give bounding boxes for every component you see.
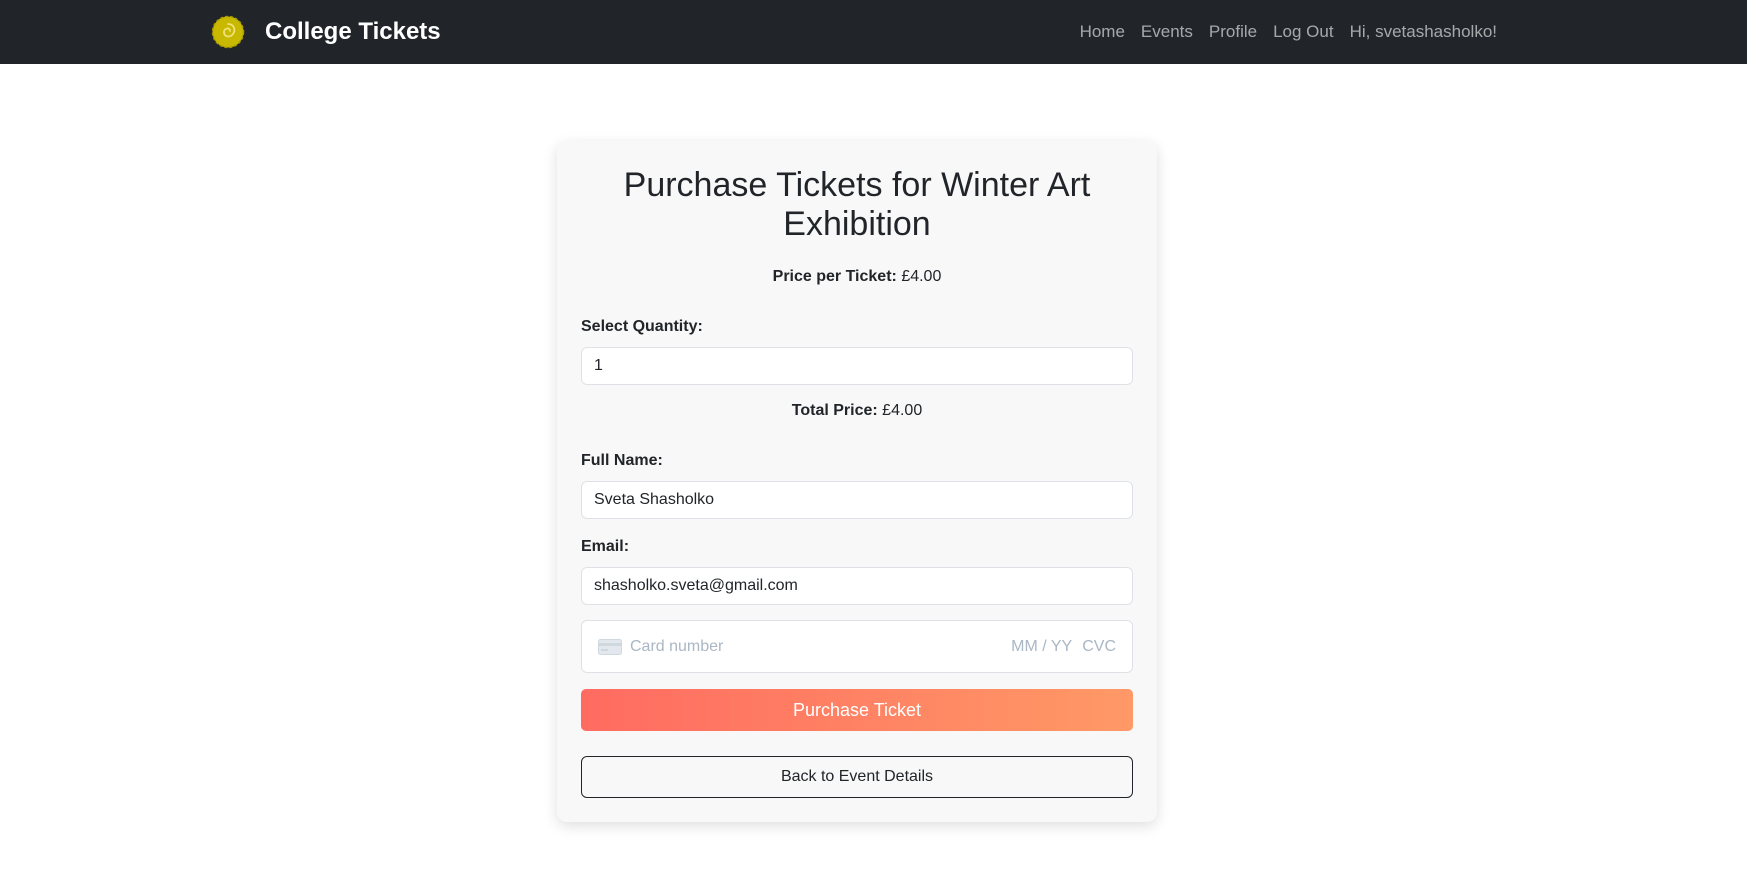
brand[interactable]: College Tickets [211, 13, 441, 51]
nav-links: Home Events Profile Log Out Hi, svetasha… [1064, 0, 1497, 64]
card-payment-field[interactable]: Card number MM / YY CVC [581, 620, 1133, 673]
purchase-ticket-button[interactable]: Purchase Ticket [581, 689, 1133, 731]
user-greeting[interactable]: Hi, svetashasholko! [1350, 22, 1497, 42]
full-name-label: Full Name: [581, 452, 663, 469]
total-price: Total Price: £4.00 [557, 402, 1157, 420]
card-cvc-placeholder[interactable]: CVC [1082, 638, 1116, 656]
page-title: Purchase Tickets for Winter Art Exhibiti… [623, 166, 1091, 243]
price-label: Price per Ticket: [772, 268, 897, 285]
brand-name: College Tickets [265, 18, 441, 45]
back-to-event-button[interactable]: Back to Event Details [581, 756, 1133, 798]
quantity-input[interactable]: 1 [581, 347, 1133, 385]
email-input[interactable]: shasholko.sveta@gmail.com [581, 567, 1133, 605]
purchase-card: Purchase Tickets for Winter Art Exhibiti… [557, 141, 1157, 822]
total-value: £4.00 [882, 402, 923, 419]
college-logo-icon [211, 15, 245, 49]
email-label: Email: [581, 538, 630, 555]
total-label: Total Price: [791, 402, 878, 419]
nav-link-home[interactable]: Home [1080, 22, 1125, 42]
nav-link-profile[interactable]: Profile [1209, 22, 1257, 42]
full-name-input[interactable]: Sveta Shasholko [581, 481, 1133, 519]
card-number-placeholder[interactable]: Card number [630, 638, 1011, 656]
nav-link-logout[interactable]: Log Out [1273, 22, 1334, 42]
navbar: College Tickets Home Events Profile Log … [0, 0, 1747, 64]
card-expiry-placeholder[interactable]: MM / YY [1011, 638, 1072, 656]
price-value: £4.00 [901, 268, 942, 285]
quantity-label: Select Quantity: [581, 318, 703, 335]
price-per-ticket: Price per Ticket: £4.00 [557, 268, 1157, 286]
nav-link-events[interactable]: Events [1141, 22, 1193, 42]
credit-card-icon [598, 638, 622, 655]
